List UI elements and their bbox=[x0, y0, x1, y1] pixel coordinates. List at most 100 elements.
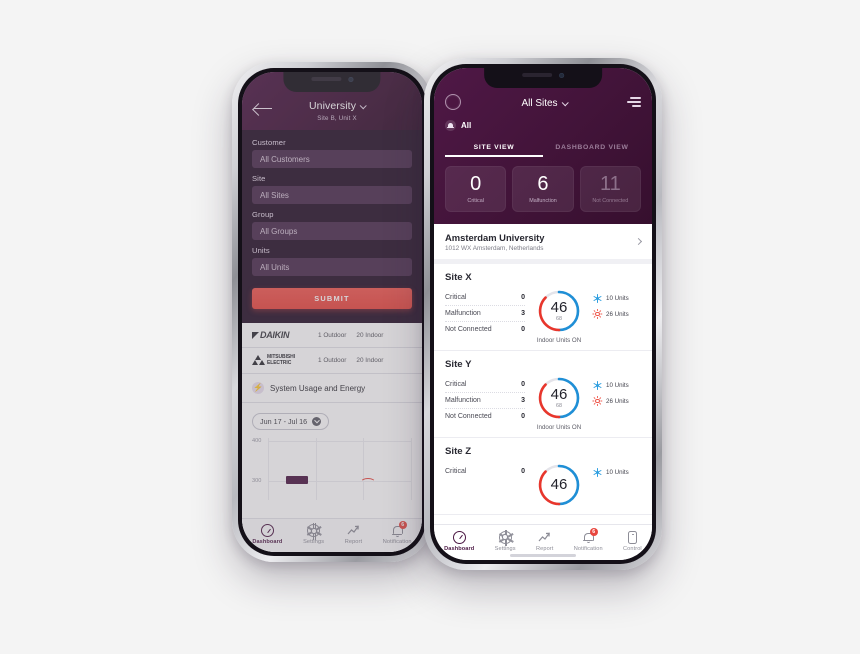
nav-item-report[interactable]: Report bbox=[345, 524, 362, 545]
nav-label-notification: Notification bbox=[573, 545, 603, 552]
snowflake-icon bbox=[593, 467, 602, 477]
heating-units: 26 Units bbox=[593, 396, 641, 406]
chart-ytick-300: 300 bbox=[252, 478, 262, 484]
date-range-picker[interactable]: Jun 17 - Jul 16 bbox=[252, 413, 330, 430]
stat-label: Malfunction bbox=[445, 396, 481, 404]
stat-card-malfunction[interactable]: 6 Malfunction bbox=[512, 166, 574, 212]
nav-item-report[interactable]: Report bbox=[536, 531, 553, 552]
daikin-mark-icon bbox=[252, 331, 259, 339]
view-tabs: SITE VIEW DASHBOARD VIEW bbox=[445, 137, 641, 157]
stat-label: Not Connected bbox=[445, 412, 492, 420]
stat-label: Critical bbox=[445, 380, 467, 388]
date-range-label: Jun 17 - Jul 16 bbox=[260, 417, 308, 426]
left-title-text: University bbox=[308, 100, 357, 112]
stat-card-not-connected[interactable]: 11 Not Connected bbox=[579, 166, 641, 212]
site-selector[interactable]: All Sites bbox=[521, 98, 569, 109]
nav-item-settings[interactable]: Settings bbox=[494, 529, 516, 552]
bell-icon bbox=[445, 120, 456, 131]
brand-row-mitsubishi[interactable]: MITSUBISHI ELECTRIC 1 Outdoor 20 Indoor bbox=[242, 348, 422, 374]
filter-label-site: Site bbox=[252, 174, 266, 183]
site-summary-card[interactable]: Amsterdam University 1012 WX Amsterdam, … bbox=[434, 223, 652, 259]
units-legend: 10 Units bbox=[593, 462, 641, 477]
stat-value: 0 bbox=[521, 467, 525, 475]
bolt-icon: ⚡ bbox=[252, 382, 264, 394]
donut-value: 46 bbox=[550, 385, 568, 403]
tab-site-view[interactable]: SITE VIEW bbox=[445, 137, 543, 157]
brand-row-daikin[interactable]: DAIKIN 1 Outdoor 20 Indoor bbox=[242, 323, 422, 348]
list-item[interactable]: Site Y Critical 0 Malfunction 3 Not Conn… bbox=[434, 351, 652, 438]
alert-filter-label: All bbox=[461, 121, 472, 130]
remote-icon bbox=[627, 530, 637, 544]
nav-item-dashboard[interactable]: Dashboard bbox=[252, 524, 282, 545]
cooling-units: 10 Units bbox=[593, 467, 641, 477]
units-legend: 10 Units 26 Units bbox=[593, 375, 641, 406]
stat-card-critical[interactable]: 0 Critical bbox=[445, 166, 507, 212]
stat-value: 0 bbox=[521, 380, 525, 388]
filter-select-group[interactable]: All Groups bbox=[252, 222, 412, 240]
daikin-logo: DAIKIN bbox=[252, 330, 304, 340]
site-stat-critical: Critical 0 bbox=[445, 464, 525, 479]
left-page-subtitle: Site B, Unit X bbox=[317, 115, 357, 122]
filter-select-units[interactable]: All Units bbox=[252, 258, 412, 276]
nav-item-notification[interactable]: 6 Notification bbox=[383, 521, 412, 545]
mitsubishi-outdoor-count: 1 Outdoor bbox=[318, 357, 347, 364]
left-dashboard-body: DAIKIN 1 Outdoor 20 Indoor MITSUBISHI EL… bbox=[242, 323, 422, 518]
screen-left: University Site B, Unit X Customer All C… bbox=[242, 72, 422, 552]
mockup-stage: University Site B, Unit X Customer All C… bbox=[0, 0, 860, 654]
filter-panel: Customer All Customers Site All Sites Gr… bbox=[242, 130, 422, 323]
chart-arc-marker bbox=[360, 478, 376, 488]
donut-caption: Indoor Units ON bbox=[536, 423, 582, 431]
phone-bezel-right: All Sites All SITE VIEW DASHBOARD VIEW 0… bbox=[430, 64, 656, 564]
chevron-down-circle-icon bbox=[312, 417, 322, 426]
phone-bezel-left: University Site B, Unit X Customer All C… bbox=[238, 68, 426, 556]
nav-item-control[interactable]: Control bbox=[623, 530, 642, 552]
tab-dashboard-view[interactable]: DASHBOARD VIEW bbox=[543, 137, 641, 157]
filter-select-site[interactable]: All Sites bbox=[252, 186, 412, 204]
chevron-right-icon[interactable] bbox=[634, 238, 643, 246]
mitsubishi-diamond-icon bbox=[252, 355, 265, 366]
site-stat-malfunction: Malfunction 3 bbox=[445, 306, 525, 322]
stat-label: Not Connected bbox=[445, 325, 492, 333]
chart-gridlines bbox=[268, 438, 412, 500]
list-item[interactable]: Site X Critical 0 Malfunction 3 Not Conn… bbox=[434, 264, 652, 351]
list-item[interactable]: Site Z Critical 0 46 10 Units bbox=[434, 438, 652, 515]
snowflake-icon bbox=[593, 380, 602, 390]
site-name: Site Z bbox=[445, 445, 472, 457]
site-selector-label: All Sites bbox=[521, 98, 558, 109]
screen-right: All Sites All SITE VIEW DASHBOARD VIEW 0… bbox=[434, 68, 652, 560]
mitsubishi-line2: ELECTRIC bbox=[267, 359, 292, 366]
home-indicator bbox=[510, 554, 576, 557]
cooling-units-label: 10 Units bbox=[606, 468, 629, 476]
back-arrow-icon[interactable] bbox=[254, 102, 274, 116]
site-summary-address: 1012 WX Amsterdam, Netherlands bbox=[445, 244, 544, 252]
nav-item-dashboard[interactable]: Dashboard bbox=[444, 530, 474, 552]
system-usage-header[interactable]: ⚡ System Usage and Energy bbox=[242, 374, 422, 403]
site-stat-list: Critical 0 Malfunction 3 Not Connected 0 bbox=[445, 375, 525, 424]
sun-icon bbox=[593, 396, 602, 406]
site-stat-not-connected: Not Connected 0 bbox=[445, 409, 525, 424]
malfunction-label: Malfunction bbox=[529, 198, 557, 204]
left-page-title[interactable]: University bbox=[308, 100, 367, 112]
heating-units-label: 26 Units bbox=[606, 310, 629, 318]
stat-value: 0 bbox=[521, 412, 525, 420]
site-stat-list: Critical 0 bbox=[445, 462, 525, 479]
donut-value: 46 bbox=[550, 476, 568, 494]
cooling-units-label: 10 Units bbox=[606, 381, 629, 389]
site-list: Site X Critical 0 Malfunction 3 Not Conn… bbox=[434, 258, 652, 524]
bell-icon: 6 bbox=[582, 527, 598, 544]
alert-filter-row[interactable]: All bbox=[445, 112, 641, 137]
heating-units-label: 26 Units bbox=[606, 397, 629, 405]
nav-label-dashboard: Dashboard bbox=[252, 539, 283, 545]
hamburger-menu-icon[interactable] bbox=[627, 97, 641, 107]
daikin-logo-text: DAIKIN bbox=[260, 330, 290, 340]
filter-select-customer[interactable]: All Customers bbox=[252, 150, 412, 168]
nav-item-notification[interactable]: 6 Notification bbox=[573, 527, 603, 552]
stat-label: Malfunction bbox=[445, 309, 481, 317]
nav-item-settings[interactable]: Settings bbox=[303, 523, 324, 545]
indoor-units-donut: 46 68 Indoor Units ON bbox=[531, 375, 587, 431]
stat-value: 3 bbox=[521, 309, 525, 317]
snowflake-icon bbox=[593, 293, 602, 303]
nav-label-settings: Settings bbox=[494, 545, 516, 552]
submit-button[interactable]: SUBMIT bbox=[252, 288, 412, 309]
stat-value: 3 bbox=[521, 396, 525, 404]
